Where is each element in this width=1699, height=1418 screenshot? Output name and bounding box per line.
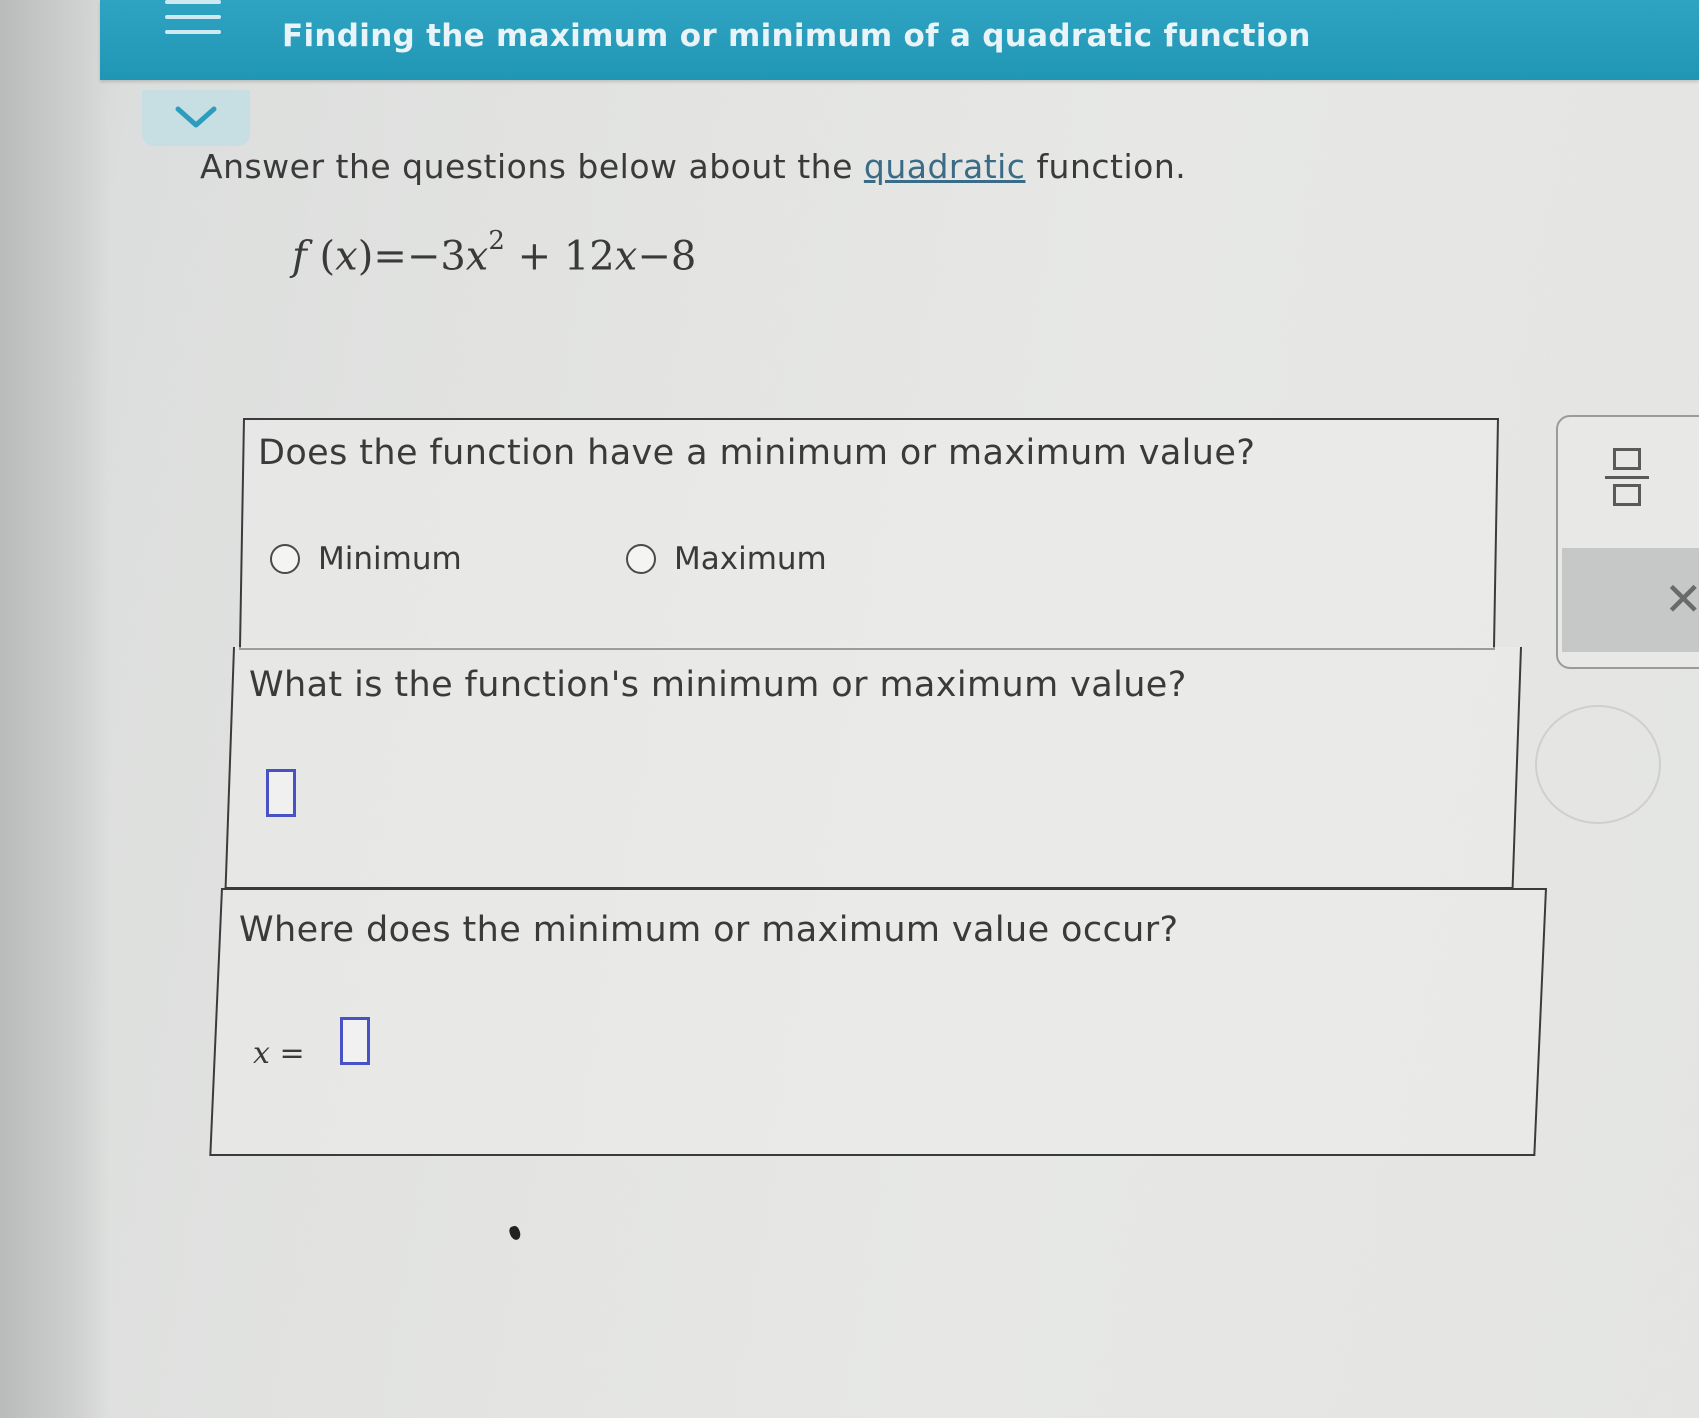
question-2-text: What is the function's minimum or maximu… (249, 665, 1187, 705)
collapse-tab[interactable] (142, 90, 250, 146)
maximum-option[interactable]: Maximum (626, 541, 827, 577)
x-equals-label: x = (253, 1036, 305, 1071)
menu-icon[interactable] (165, 0, 221, 34)
instructions-suffix: function. (1025, 147, 1187, 186)
eq-x: x (335, 233, 358, 280)
close-icon: ✕ (1664, 572, 1699, 626)
eq-paren-close: ) (357, 233, 374, 280)
minimum-option[interactable]: Minimum (270, 541, 462, 577)
eq-paren: ( (306, 233, 336, 280)
instructions-text: Answer the questions below about the qua… (200, 147, 1186, 186)
clear-button[interactable]: ✕ (1562, 548, 1699, 652)
mouse-cursor (507, 1224, 523, 1242)
eq-coef: −3 (406, 233, 466, 280)
eq-f: f (292, 233, 307, 280)
left-edge-shade (0, 0, 110, 1418)
quadratic-link[interactable]: quadratic (864, 147, 1026, 186)
faint-circle (1535, 705, 1661, 824)
function-equation: f (x)=−3x2 + 12x−8 (292, 226, 697, 280)
eq-constant: 8 (670, 233, 697, 280)
minimum-radio[interactable] (270, 544, 300, 574)
instructions-prefix: Answer the questions below about the (200, 147, 864, 186)
eq-exponent: 2 (488, 226, 505, 256)
question-1-text: Does the function have a minimum or maxi… (258, 433, 1256, 473)
maximum-radio[interactable] (626, 544, 656, 574)
x-equals-sign: = (279, 1036, 305, 1071)
x-answer-input[interactable] (340, 1017, 370, 1065)
chevron-down-icon (175, 106, 217, 128)
eq-equals: = (373, 233, 407, 280)
eq-linear-var: x (614, 233, 638, 280)
x-variable: x (253, 1036, 270, 1071)
fraction-icon[interactable] (1605, 448, 1649, 512)
eq-var: x (465, 233, 489, 280)
minimum-label: Minimum (318, 541, 462, 577)
eq-minus: − (637, 233, 671, 280)
eq-plus: + (517, 233, 552, 280)
value-answer-input[interactable] (266, 769, 296, 817)
lesson-title: Finding the maximum or minimum of a quad… (282, 18, 1311, 54)
maximum-label: Maximum (674, 541, 827, 577)
eq-linear-coef: 12 (563, 233, 615, 280)
question-3-text: Where does the minimum or maximum value … (239, 910, 1179, 950)
